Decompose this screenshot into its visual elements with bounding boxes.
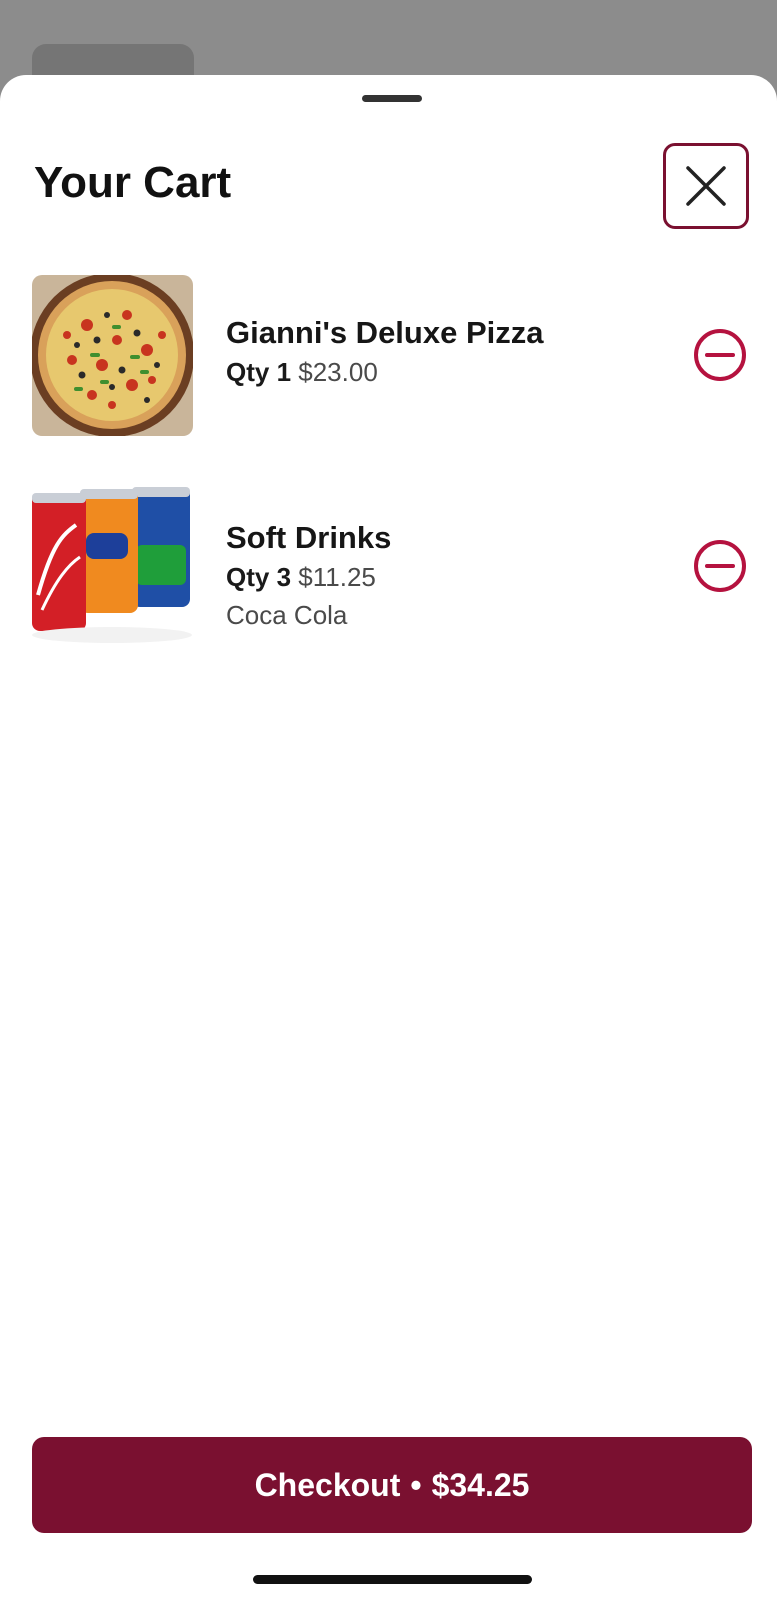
item-price: $11.25 bbox=[298, 562, 376, 592]
soft-drink-cans-image bbox=[32, 485, 193, 646]
pizza-image bbox=[32, 275, 193, 436]
item-qty-price: Qty 3 $11.25 bbox=[226, 558, 391, 596]
item-details: Soft Drinks Qty 3 $11.25 Coca Cola bbox=[226, 518, 391, 634]
item-name: Gianni's Deluxe Pizza bbox=[226, 315, 544, 350]
checkout-total: $34.25 bbox=[431, 1466, 530, 1503]
remove-item-button[interactable] bbox=[692, 327, 748, 383]
home-indicator bbox=[253, 1575, 532, 1584]
item-option: Coca Cola bbox=[226, 600, 348, 630]
close-button[interactable] bbox=[663, 143, 749, 229]
item-details: Gianni's Deluxe Pizza Qty 1 $23.00 bbox=[226, 313, 543, 391]
checkout-separator: • bbox=[410, 1466, 422, 1503]
cart-sheet: Your Cart Gianni's Deluxe Pizza Qty 1 $2… bbox=[0, 75, 777, 1600]
item-qty: Qty 3 bbox=[226, 562, 292, 592]
remove-item-button[interactable] bbox=[692, 538, 748, 594]
checkout-label: Checkout bbox=[254, 1466, 401, 1503]
item-qty-price: Qty 1 $23.00 bbox=[226, 353, 543, 391]
page-title: Your Cart bbox=[34, 158, 232, 207]
item-name: Soft Drinks bbox=[226, 520, 392, 555]
close-icon bbox=[686, 166, 726, 206]
sheet-grabber[interactable] bbox=[362, 95, 422, 102]
item-price: $23.00 bbox=[298, 357, 378, 387]
minus-circle-icon bbox=[694, 329, 746, 381]
cart-item[interactable]: Soft Drinks Qty 3 $11.25 Coca Cola bbox=[32, 485, 752, 647]
item-qty: Qty 1 bbox=[226, 357, 292, 387]
cart-item[interactable]: Gianni's Deluxe Pizza Qty 1 $23.00 bbox=[32, 275, 752, 437]
minus-circle-icon bbox=[694, 540, 746, 592]
checkout-button[interactable]: Checkout • $34.25 bbox=[32, 1437, 752, 1533]
